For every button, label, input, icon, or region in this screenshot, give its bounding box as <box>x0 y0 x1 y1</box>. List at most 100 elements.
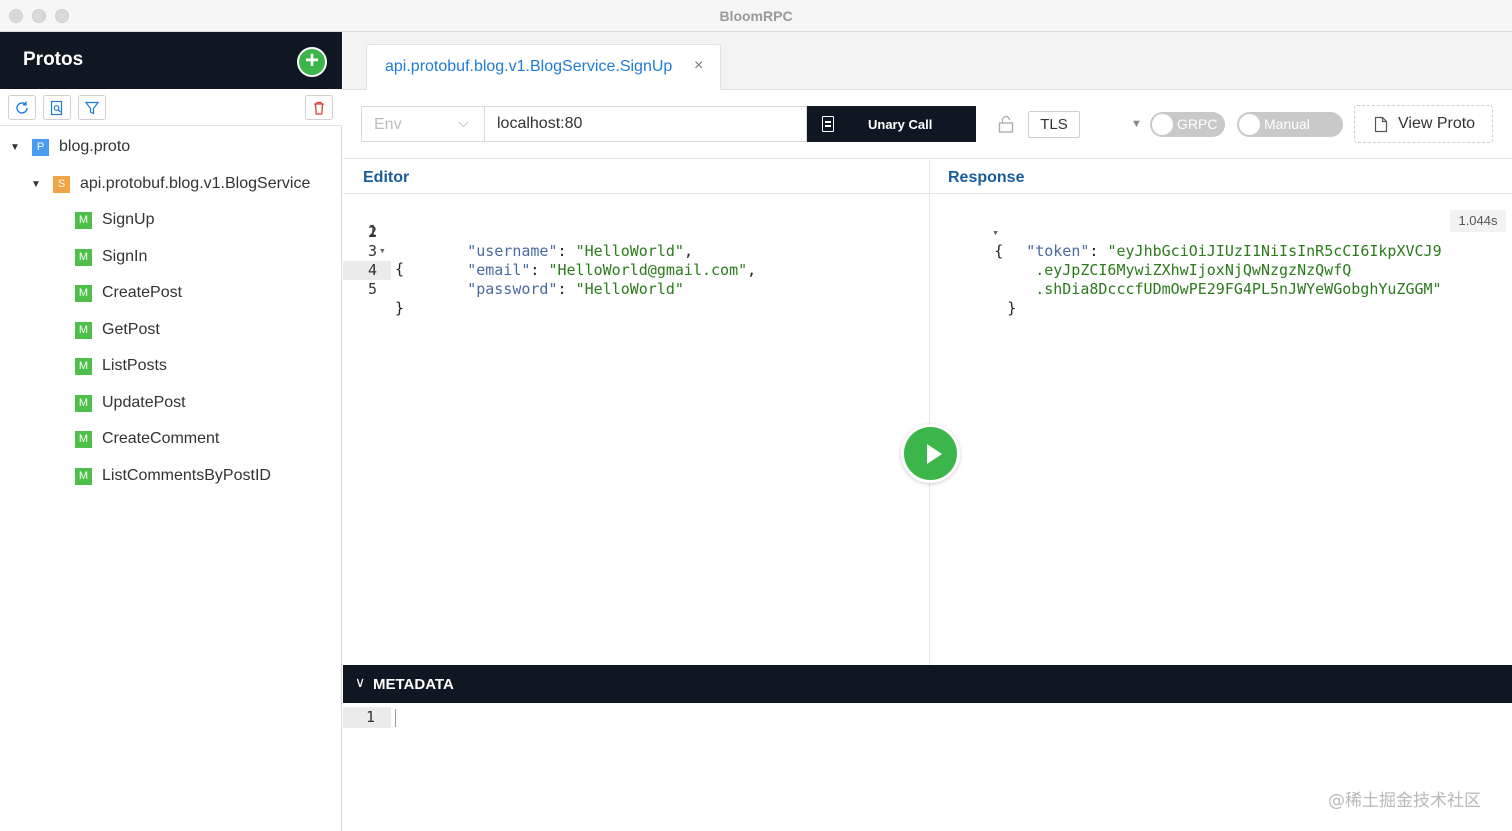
code-text: { <box>395 260 405 278</box>
method-icon: M <box>75 284 92 302</box>
tree-item-method[interactable]: M ListPosts <box>75 351 167 381</box>
code-line: "token": "eyJhbGciOiJIUzI1NiIsInR5cCI6Ik… <box>972 223 1441 260</box>
request-editor[interactable]: 1 ▾ { "username": "HelloWorld", "email":… <box>343 202 929 662</box>
editor-title: Editor <box>363 169 410 186</box>
tree-item-label: ListCommentsByPostID <box>102 467 271 484</box>
tree-item-method[interactable]: M CreateComment <box>75 424 219 454</box>
file-icon <box>1374 116 1388 132</box>
code-line: .eyJpZCI6MywiZXhwIjoxNjQwNzgzNzQwfQ <box>981 242 1351 279</box>
method-icon: M <box>75 430 92 448</box>
service-icon: S <box>53 175 70 193</box>
import-search-button[interactable] <box>43 95 71 120</box>
grpc-web-toggle[interactable]: GRPC <box>1150 112 1225 137</box>
tree-item-label: blog.proto <box>59 138 131 155</box>
tree-item-label: ListPosts <box>102 357 167 374</box>
line-number: 2 <box>367 223 377 241</box>
response-viewer[interactable]: ▾ { "token": "eyJhbGciOiJIUzI1NiIsInR5cC… <box>930 202 1512 662</box>
json-comma: , <box>747 261 757 279</box>
toggle-knob <box>1239 114 1260 135</box>
line-number: 3 <box>367 242 377 260</box>
code-line: .shDia8DcccfUDmOwPE29FG4PL5nJWYeWGobghYu… <box>981 261 1441 298</box>
tree-item-method[interactable]: M SignIn <box>75 242 147 272</box>
grpc-toggle-label: GRPC <box>1177 116 1218 132</box>
code-line: "password": "HelloWorld" <box>413 261 684 298</box>
view-proto-label: View Proto <box>1398 115 1476 132</box>
delete-all-button[interactable] <box>305 95 333 120</box>
method-icon: M <box>75 248 92 266</box>
tls-button[interactable]: TLS <box>1028 111 1080 138</box>
method-icon: M <box>75 357 92 375</box>
tree-item-label: CreateComment <box>102 430 220 447</box>
metadata-editor[interactable]: 1 <box>343 703 1512 831</box>
toggle-knob <box>1152 114 1173 135</box>
add-proto-button[interactable]: + <box>297 47 327 77</box>
call-type-label: Unary Call <box>868 116 933 132</box>
tree-item-method[interactable]: M ListCommentsByPostID <box>75 461 271 491</box>
chevron-down-icon: ⌵ <box>458 114 469 130</box>
tree-item-method[interactable]: M GetPost <box>75 315 160 345</box>
tree-item-label: api.protobuf.blog.v1.BlogService <box>80 175 311 192</box>
code-text: } <box>1007 299 1017 317</box>
title-bar: BloomRPC <box>0 0 1512 32</box>
caret-down-icon[interactable]: ▼ <box>1131 118 1142 130</box>
tree-item-label: GetPost <box>102 321 160 338</box>
tab-signup[interactable]: api.protobuf.blog.v1.BlogService.SignUp … <box>366 44 721 90</box>
request-toolbar: Env ⌵ localhost:80 Unary Call TLS ▼ GRPC… <box>343 91 1512 159</box>
tab-label: api.protobuf.blog.v1.BlogService.SignUp <box>385 58 673 75</box>
code-line: "username": "HelloWorld", <box>413 223 693 260</box>
sidebar-title: Protos <box>23 49 84 70</box>
sidebar-header: Protos + <box>0 32 342 89</box>
manual-toggle[interactable]: Manual <box>1237 112 1343 137</box>
method-icon: M <box>75 394 92 412</box>
tree-item-blog-proto[interactable]: ▼ P blog.proto <box>10 132 130 162</box>
watermark-text: @稀土掘金技术社区 <box>1328 791 1481 811</box>
caret-down-icon[interactable]: ▼ <box>10 142 20 153</box>
method-icon: M <box>75 321 92 339</box>
response-header: Response <box>930 160 1512 194</box>
metadata-toggle-bar[interactable]: ∨ METADATA <box>343 665 1512 703</box>
response-title: Response <box>948 169 1025 186</box>
env-placeholder: Env <box>374 116 402 133</box>
refresh-icon <box>16 101 28 114</box>
server-url-input[interactable]: localhost:80 <box>484 106 807 142</box>
text-cursor <box>395 709 396 727</box>
trash-icon <box>314 101 324 115</box>
line-number: 5 <box>367 280 377 298</box>
tree-item-method[interactable]: M CreatePost <box>75 278 182 308</box>
code-line: } <box>343 280 929 317</box>
tab-bar: api.protobuf.blog.v1.BlogService.SignUp … <box>343 32 1512 90</box>
filter-button[interactable] <box>78 95 106 120</box>
unlock-icon[interactable] <box>998 115 1014 133</box>
manual-toggle-label: Manual <box>1264 116 1310 132</box>
filter-icon <box>84 101 100 114</box>
close-icon[interactable]: × <box>694 57 703 75</box>
main-panel: api.protobuf.blog.v1.BlogService.SignUp … <box>343 32 1512 831</box>
caret-down-icon[interactable]: ▼ <box>31 179 41 190</box>
tree-item-label: SignIn <box>102 248 148 265</box>
response-duration-badge: 1.044s <box>1450 210 1506 232</box>
line-number: 4 <box>367 261 377 279</box>
code-line: 1 ▾ { <box>343 203 929 278</box>
document-icon <box>822 116 834 132</box>
tree-item-label: CreatePost <box>102 284 183 301</box>
sidebar-toolbar <box>0 89 342 126</box>
play-request-button[interactable] <box>901 424 960 483</box>
tree-item-blog-service[interactable]: ▼ S api.protobuf.blog.v1.BlogService <box>31 169 310 199</box>
method-icon: M <box>75 211 92 229</box>
reload-protos-button[interactable] <box>8 95 36 120</box>
code-text: } <box>395 299 405 317</box>
unary-call-button[interactable]: Unary Call <box>807 106 976 142</box>
window-title: BloomRPC <box>719 8 793 24</box>
env-select[interactable]: Env ⌵ <box>361 106 484 142</box>
view-proto-button[interactable]: View Proto <box>1354 105 1493 143</box>
code-line: ▾ { <box>938 203 1003 260</box>
editor-header: Editor <box>343 160 929 194</box>
fold-caret-icon[interactable]: ▾ <box>379 241 386 260</box>
json-value: .shDia8DcccfUDmOwPE29FG4PL5nJWYeWGobghYu… <box>1035 280 1442 298</box>
search-file-icon <box>50 100 63 115</box>
tree-item-label: UpdatePost <box>102 394 186 411</box>
chevron-down-icon: ∨ <box>355 674 366 690</box>
tree-item-label: SignUp <box>102 211 155 228</box>
tree-item-method[interactable]: M SignUp <box>75 205 154 235</box>
tree-item-method[interactable]: M UpdatePost <box>75 388 186 418</box>
